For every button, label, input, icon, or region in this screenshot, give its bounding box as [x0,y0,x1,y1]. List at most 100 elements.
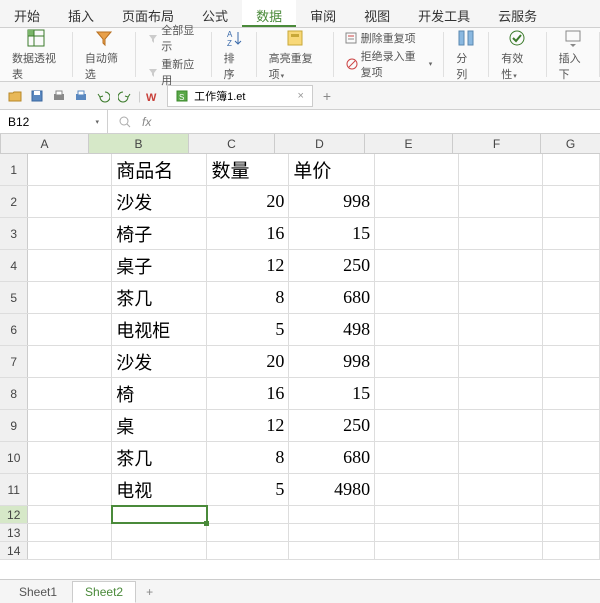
cell-A10[interactable] [28,442,112,473]
cell-E3[interactable] [375,218,459,249]
cell-E10[interactable] [375,442,459,473]
cell-A6[interactable] [28,314,112,345]
close-doc-icon[interactable]: × [297,90,303,102]
row-header-2[interactable]: 2 [0,186,28,217]
cell-G2[interactable] [543,186,600,217]
highlight-dup-button[interactable]: 高亮重复项▾ [265,26,325,84]
cell-G7[interactable] [543,346,600,377]
redo-icon[interactable] [116,87,134,105]
cell-B12[interactable] [112,506,207,523]
cell-E4[interactable] [375,250,459,281]
cell-A3[interactable] [28,218,112,249]
undo-icon[interactable] [94,87,112,105]
cell-E1[interactable] [375,154,459,185]
cell-F3[interactable] [459,218,543,249]
reapply-button[interactable]: 重新应用 [144,55,203,89]
name-box[interactable]: B12 ▾ [0,110,108,133]
cell-C4[interactable]: 12 [207,250,289,281]
cell-D13[interactable] [289,524,375,541]
fx-icon[interactable]: fx [142,115,151,129]
cell-C5[interactable]: 8 [207,282,289,313]
cell-A14[interactable] [28,542,112,559]
menu-tab-0[interactable]: 开始 [0,0,54,27]
cell-A13[interactable] [28,524,112,541]
col-header-D[interactable]: D [275,134,365,153]
cell-F4[interactable] [459,250,543,281]
cell-B1[interactable]: 商品名 [112,154,207,185]
print-preview-icon[interactable] [50,87,68,105]
cell-D2[interactable]: 998 [289,186,375,217]
print-icon[interactable] [72,87,90,105]
cell-G3[interactable] [543,218,600,249]
cell-B5[interactable]: 茶几 [112,282,207,313]
cell-C1[interactable]: 数量 [207,154,289,185]
cell-G1[interactable] [543,154,600,185]
row-header-8[interactable]: 8 [0,378,28,409]
sheet-tab-Sheet2[interactable]: Sheet2 [72,581,136,603]
col-header-A[interactable]: A [1,134,89,153]
cell-B9[interactable]: 桌 [112,410,207,441]
cell-F2[interactable] [459,186,543,217]
col-header-C[interactable]: C [189,134,275,153]
cell-A4[interactable] [28,250,112,281]
cell-B13[interactable] [112,524,207,541]
show-all-button[interactable]: 全部显示 [144,21,203,55]
validation-button[interactable]: 有效性▾ [497,26,537,84]
cell-G11[interactable] [543,474,600,505]
cell-F1[interactable] [459,154,543,185]
cell-B8[interactable]: 椅 [112,378,207,409]
cell-C14[interactable] [207,542,289,559]
cell-D14[interactable] [289,542,375,559]
cell-D11[interactable]: 4980 [289,474,375,505]
cell-F10[interactable] [459,442,543,473]
cell-D1[interactable]: 单价 [289,154,375,185]
cell-D8[interactable]: 15 [289,378,375,409]
search-icon[interactable] [118,115,132,129]
cell-C9[interactable]: 12 [207,410,289,441]
chevron-down-icon[interactable]: ▾ [95,118,99,126]
cell-C13[interactable] [207,524,289,541]
add-doc-button[interactable]: + [317,88,337,104]
cell-B7[interactable]: 沙发 [112,346,207,377]
cell-A9[interactable] [28,410,112,441]
cell-G9[interactable] [543,410,600,441]
cell-B2[interactable]: 沙发 [112,186,207,217]
add-sheet-button[interactable]: + [138,585,161,599]
pivot-table-button[interactable]: 数据透视表 [8,26,64,84]
cell-D4[interactable]: 250 [289,250,375,281]
text-to-columns-button[interactable]: 分列 [452,26,480,84]
cell-E6[interactable] [375,314,459,345]
cell-E14[interactable] [375,542,459,559]
cell-F12[interactable] [459,506,543,523]
cell-F11[interactable] [459,474,543,505]
row-header-10[interactable]: 10 [0,442,28,473]
cell-E13[interactable] [375,524,459,541]
cell-B4[interactable]: 桌子 [112,250,207,281]
sheet-tab-Sheet1[interactable]: Sheet1 [6,581,70,603]
cell-F13[interactable] [459,524,543,541]
menu-tab-7[interactable]: 开发工具 [404,0,484,27]
wps-logo-icon[interactable]: W [145,87,163,105]
row-header-12[interactable]: 12 [0,506,28,523]
cell-G8[interactable] [543,378,600,409]
sort-button[interactable]: AZ 排序 [220,26,248,84]
cell-F6[interactable] [459,314,543,345]
cell-E9[interactable] [375,410,459,441]
cell-F8[interactable] [459,378,543,409]
menu-tab-1[interactable]: 插入 [54,0,108,27]
cell-G5[interactable] [543,282,600,313]
cell-C11[interactable]: 5 [207,474,289,505]
open-icon[interactable] [6,87,24,105]
row-header-6[interactable]: 6 [0,314,28,345]
cell-D5[interactable]: 680 [289,282,375,313]
cell-D3[interactable]: 15 [289,218,375,249]
col-header-F[interactable]: F [453,134,541,153]
cell-A11[interactable] [28,474,112,505]
cell-F7[interactable] [459,346,543,377]
cell-C3[interactable]: 16 [207,218,289,249]
cell-G12[interactable] [543,506,600,523]
cell-G10[interactable] [543,442,600,473]
insert-dropdown-button[interactable]: 插入下 [555,26,591,84]
cell-C7[interactable]: 20 [207,346,289,377]
col-header-B[interactable]: B [89,134,189,153]
